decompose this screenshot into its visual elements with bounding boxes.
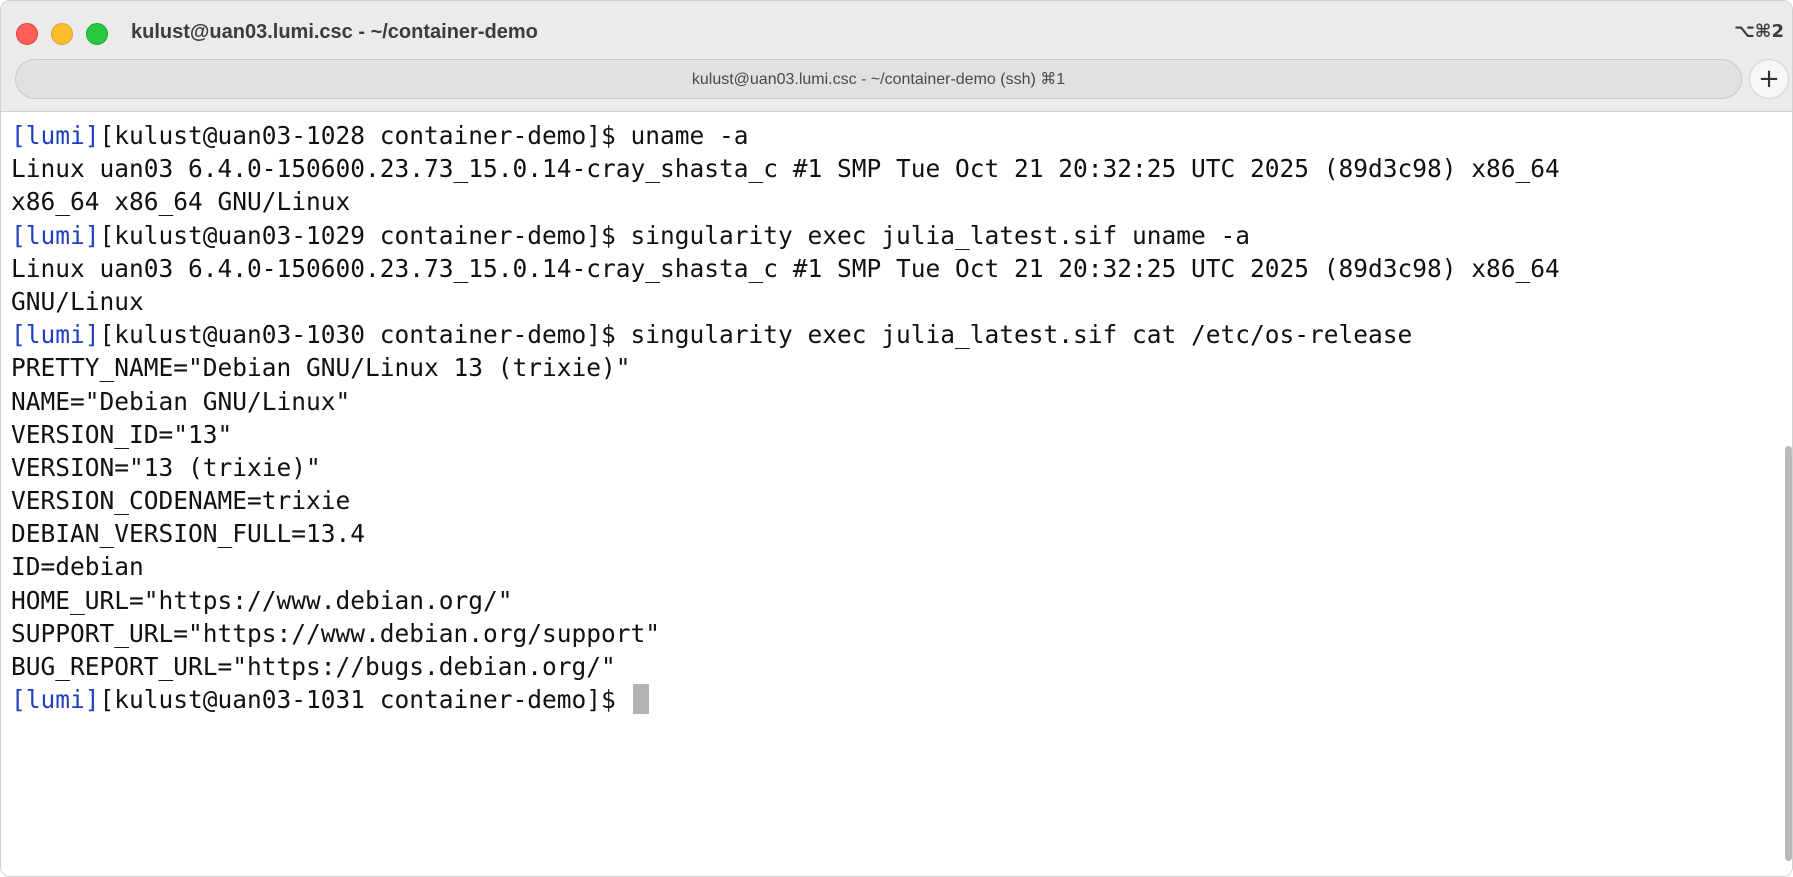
terminal-output-line: SUPPORT_URL="https://www.debian.org/supp… <box>11 617 1781 650</box>
minimize-button[interactable] <box>51 23 73 45</box>
terminal-output-line: GNU/Linux <box>11 285 1781 318</box>
line-text: Linux uan03 6.4.0-150600.23.73_15.0.14-c… <box>11 253 1560 283</box>
prompt-tag: [lumi] <box>11 685 100 715</box>
text-cursor <box>632 684 649 715</box>
maximize-button[interactable] <box>86 23 108 45</box>
terminal-output-line: DEBIAN_VERSION_FULL=13.4 <box>11 517 1781 550</box>
terminal-output-line: VERSION_ID="13" <box>11 418 1781 451</box>
window-shortcut: ⌥⌘2 <box>1734 21 1784 42</box>
prompt-tag: [lumi] <box>11 121 100 150</box>
line-text: [kulust@uan03-1031 container-demo]$ <box>99 685 631 715</box>
line-text: x86_64 x86_64 GNU/Linux <box>11 187 351 217</box>
line-text: GNU/Linux <box>11 286 144 316</box>
line-text: NAME="Debian GNU/Linux" <box>11 386 351 416</box>
terminal-output[interactable]: [lumi][kulust@uan03-1028 container-demo]… <box>1 112 1781 876</box>
line-text: Linux uan03 6.4.0-150600.23.73_15.0.14-c… <box>11 154 1560 184</box>
line-text: VERSION_CODENAME=trixie <box>11 486 351 516</box>
terminal-prompt-line: [lumi][kulust@uan03-1030 container-demo]… <box>11 318 1781 351</box>
line-text: [kulust@uan03-1028 container-demo]$ unam… <box>99 121 749 150</box>
line-text: HOME_URL="https://www.debian.org/" <box>11 585 513 615</box>
prompt-tag: [lumi] <box>11 320 100 350</box>
terminal-output-line: Linux uan03 6.4.0-150600.23.73_15.0.14-c… <box>11 252 1781 285</box>
terminal-output-line: VERSION="13 (trixie)" <box>11 451 1781 484</box>
scrollbar-thumb[interactable] <box>1785 446 1792 861</box>
new-tab-button[interactable]: + <box>1749 59 1789 99</box>
line-text: ID=debian <box>11 552 144 582</box>
close-button[interactable] <box>16 23 38 45</box>
line-text: [kulust@uan03-1030 container-demo]$ sing… <box>99 320 1413 350</box>
terminal-output-line: Linux uan03 6.4.0-150600.23.73_15.0.14-c… <box>11 152 1781 185</box>
terminal-window: kulust@uan03.lumi.csc - ~/container-demo… <box>0 0 1793 877</box>
line-text: VERSION="13 (trixie)" <box>11 452 321 482</box>
title-bar[interactable]: kulust@uan03.lumi.csc - ~/container-demo… <box>1 1 1792 112</box>
line-text: VERSION_ID="13" <box>11 419 233 449</box>
terminal-prompt-line: [lumi][kulust@uan03-1028 container-demo]… <box>11 119 1781 152</box>
tab-label: kulust@uan03.lumi.csc - ~/container-demo… <box>691 71 1066 88</box>
line-text: PRETTY_NAME="Debian GNU/Linux 13 (trixie… <box>11 353 631 383</box>
terminal-output-line: ID=debian <box>11 550 1781 583</box>
terminal-output-line: PRETTY_NAME="Debian GNU/Linux 13 (trixie… <box>11 351 1781 384</box>
terminal-output-line: NAME="Debian GNU/Linux" <box>11 385 1781 418</box>
line-text: DEBIAN_VERSION_FULL=13.4 <box>11 519 366 549</box>
line-text: SUPPORT_URL="https://www.debian.org/supp… <box>11 618 661 648</box>
terminal-prompt-line: [lumi][kulust@uan03-1031 container-demo]… <box>11 683 1781 716</box>
terminal-output-line: BUG_REPORT_URL="https://bugs.debian.org/… <box>11 650 1781 683</box>
terminal-prompt-line: [lumi][kulust@uan03-1029 container-demo]… <box>11 219 1781 252</box>
terminal-output-line: x86_64 x86_64 GNU/Linux <box>11 185 1781 218</box>
tab-ssh-session[interactable]: kulust@uan03.lumi.csc - ~/container-demo… <box>15 59 1742 99</box>
line-text: BUG_REPORT_URL="https://bugs.debian.org/… <box>11 652 616 681</box>
terminal-output-line: HOME_URL="https://www.debian.org/" <box>11 584 1781 617</box>
line-text: [kulust@uan03-1029 container-demo]$ sing… <box>99 220 1251 250</box>
terminal-output-line: VERSION_CODENAME=trixie <box>11 484 1781 517</box>
prompt-tag: [lumi] <box>11 220 100 250</box>
window-title: kulust@uan03.lumi.csc - ~/container-demo <box>131 21 538 43</box>
